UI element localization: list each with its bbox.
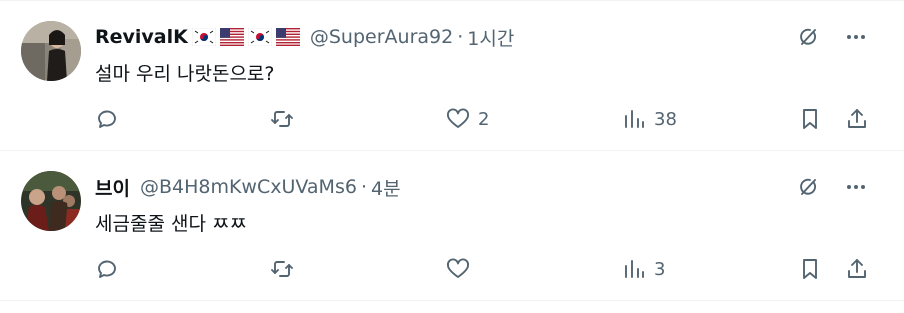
action-bar: 2 38 — [0, 105, 904, 133]
more-icon[interactable] — [842, 23, 870, 51]
heart-icon — [447, 258, 469, 278]
us-flag-icon — [219, 28, 244, 46]
post-top-actions — [794, 23, 870, 51]
separator: · — [457, 26, 464, 48]
repost-icon — [271, 261, 293, 277]
reply-icon — [98, 110, 116, 128]
post-header: 브이 @B4H8mKwCxUVaMs6 · 4분 — [95, 173, 401, 201]
action-bar: 3 — [0, 255, 904, 283]
reply-button[interactable] — [95, 255, 119, 283]
post-header: RevivalK @SuperAura92 · 1시간 — [95, 23, 514, 51]
share-button[interactable] — [845, 255, 869, 283]
like-count: 2 — [478, 108, 490, 130]
kr-flag-icon — [191, 28, 216, 46]
timestamp[interactable]: 4분 — [371, 174, 401, 201]
grok-icon[interactable] — [794, 23, 822, 51]
views-icon — [625, 260, 644, 278]
bookmark-icon — [803, 109, 817, 129]
display-name[interactable]: 브이 — [95, 174, 130, 201]
repost-button[interactable] — [270, 255, 294, 283]
reply-post[interactable]: RevivalK @SuperAura92 · 1시간 설마 우리 나랏돈으로?… — [0, 0, 904, 150]
heart-icon — [447, 108, 469, 128]
bookmark-icon — [803, 259, 817, 279]
like-button[interactable] — [446, 255, 478, 283]
post-text: 세금줄줄 샌다 ㅉㅉ — [95, 213, 247, 235]
grok-icon[interactable] — [794, 173, 822, 201]
share-button[interactable] — [845, 105, 869, 133]
separator: · — [360, 176, 367, 198]
reply-button[interactable] — [95, 105, 119, 133]
timestamp[interactable]: 1시간 — [467, 24, 514, 51]
like-button[interactable]: 2 — [446, 105, 489, 133]
reply-feed: RevivalK @SuperAura92 · 1시간 설마 우리 나랏돈으로?… — [0, 0, 904, 313]
kr-flag-icon — [247, 28, 272, 46]
repost-icon — [271, 111, 293, 127]
bookmark-button[interactable] — [798, 105, 822, 133]
avatar[interactable] — [21, 171, 81, 231]
us-flag-icon — [275, 28, 300, 46]
post-top-actions — [794, 173, 870, 201]
views-button[interactable]: 38 — [622, 105, 677, 133]
handle[interactable]: @SuperAura92 — [310, 26, 453, 48]
repost-button[interactable] — [270, 105, 294, 133]
more-icon[interactable] — [842, 173, 870, 201]
display-name[interactable]: RevivalK — [95, 26, 188, 48]
post-text: 설마 우리 나랏돈으로? — [95, 63, 275, 85]
views-count: 3 — [654, 258, 666, 280]
views-count: 38 — [654, 108, 677, 130]
handle[interactable]: @B4H8mKwCxUVaMs6 — [140, 176, 357, 198]
avatar[interactable] — [21, 21, 81, 81]
reply-post[interactable]: 브이 @B4H8mKwCxUVaMs6 · 4분 세금줄줄 샌다 ㅉㅉ 3 — [0, 150, 904, 300]
bookmark-button[interactable] — [798, 255, 822, 283]
reply-icon — [98, 260, 116, 278]
views-button[interactable]: 3 — [622, 255, 665, 283]
divider — [0, 300, 904, 301]
share-icon — [848, 259, 866, 278]
share-icon — [848, 109, 866, 128]
views-icon — [625, 110, 644, 128]
